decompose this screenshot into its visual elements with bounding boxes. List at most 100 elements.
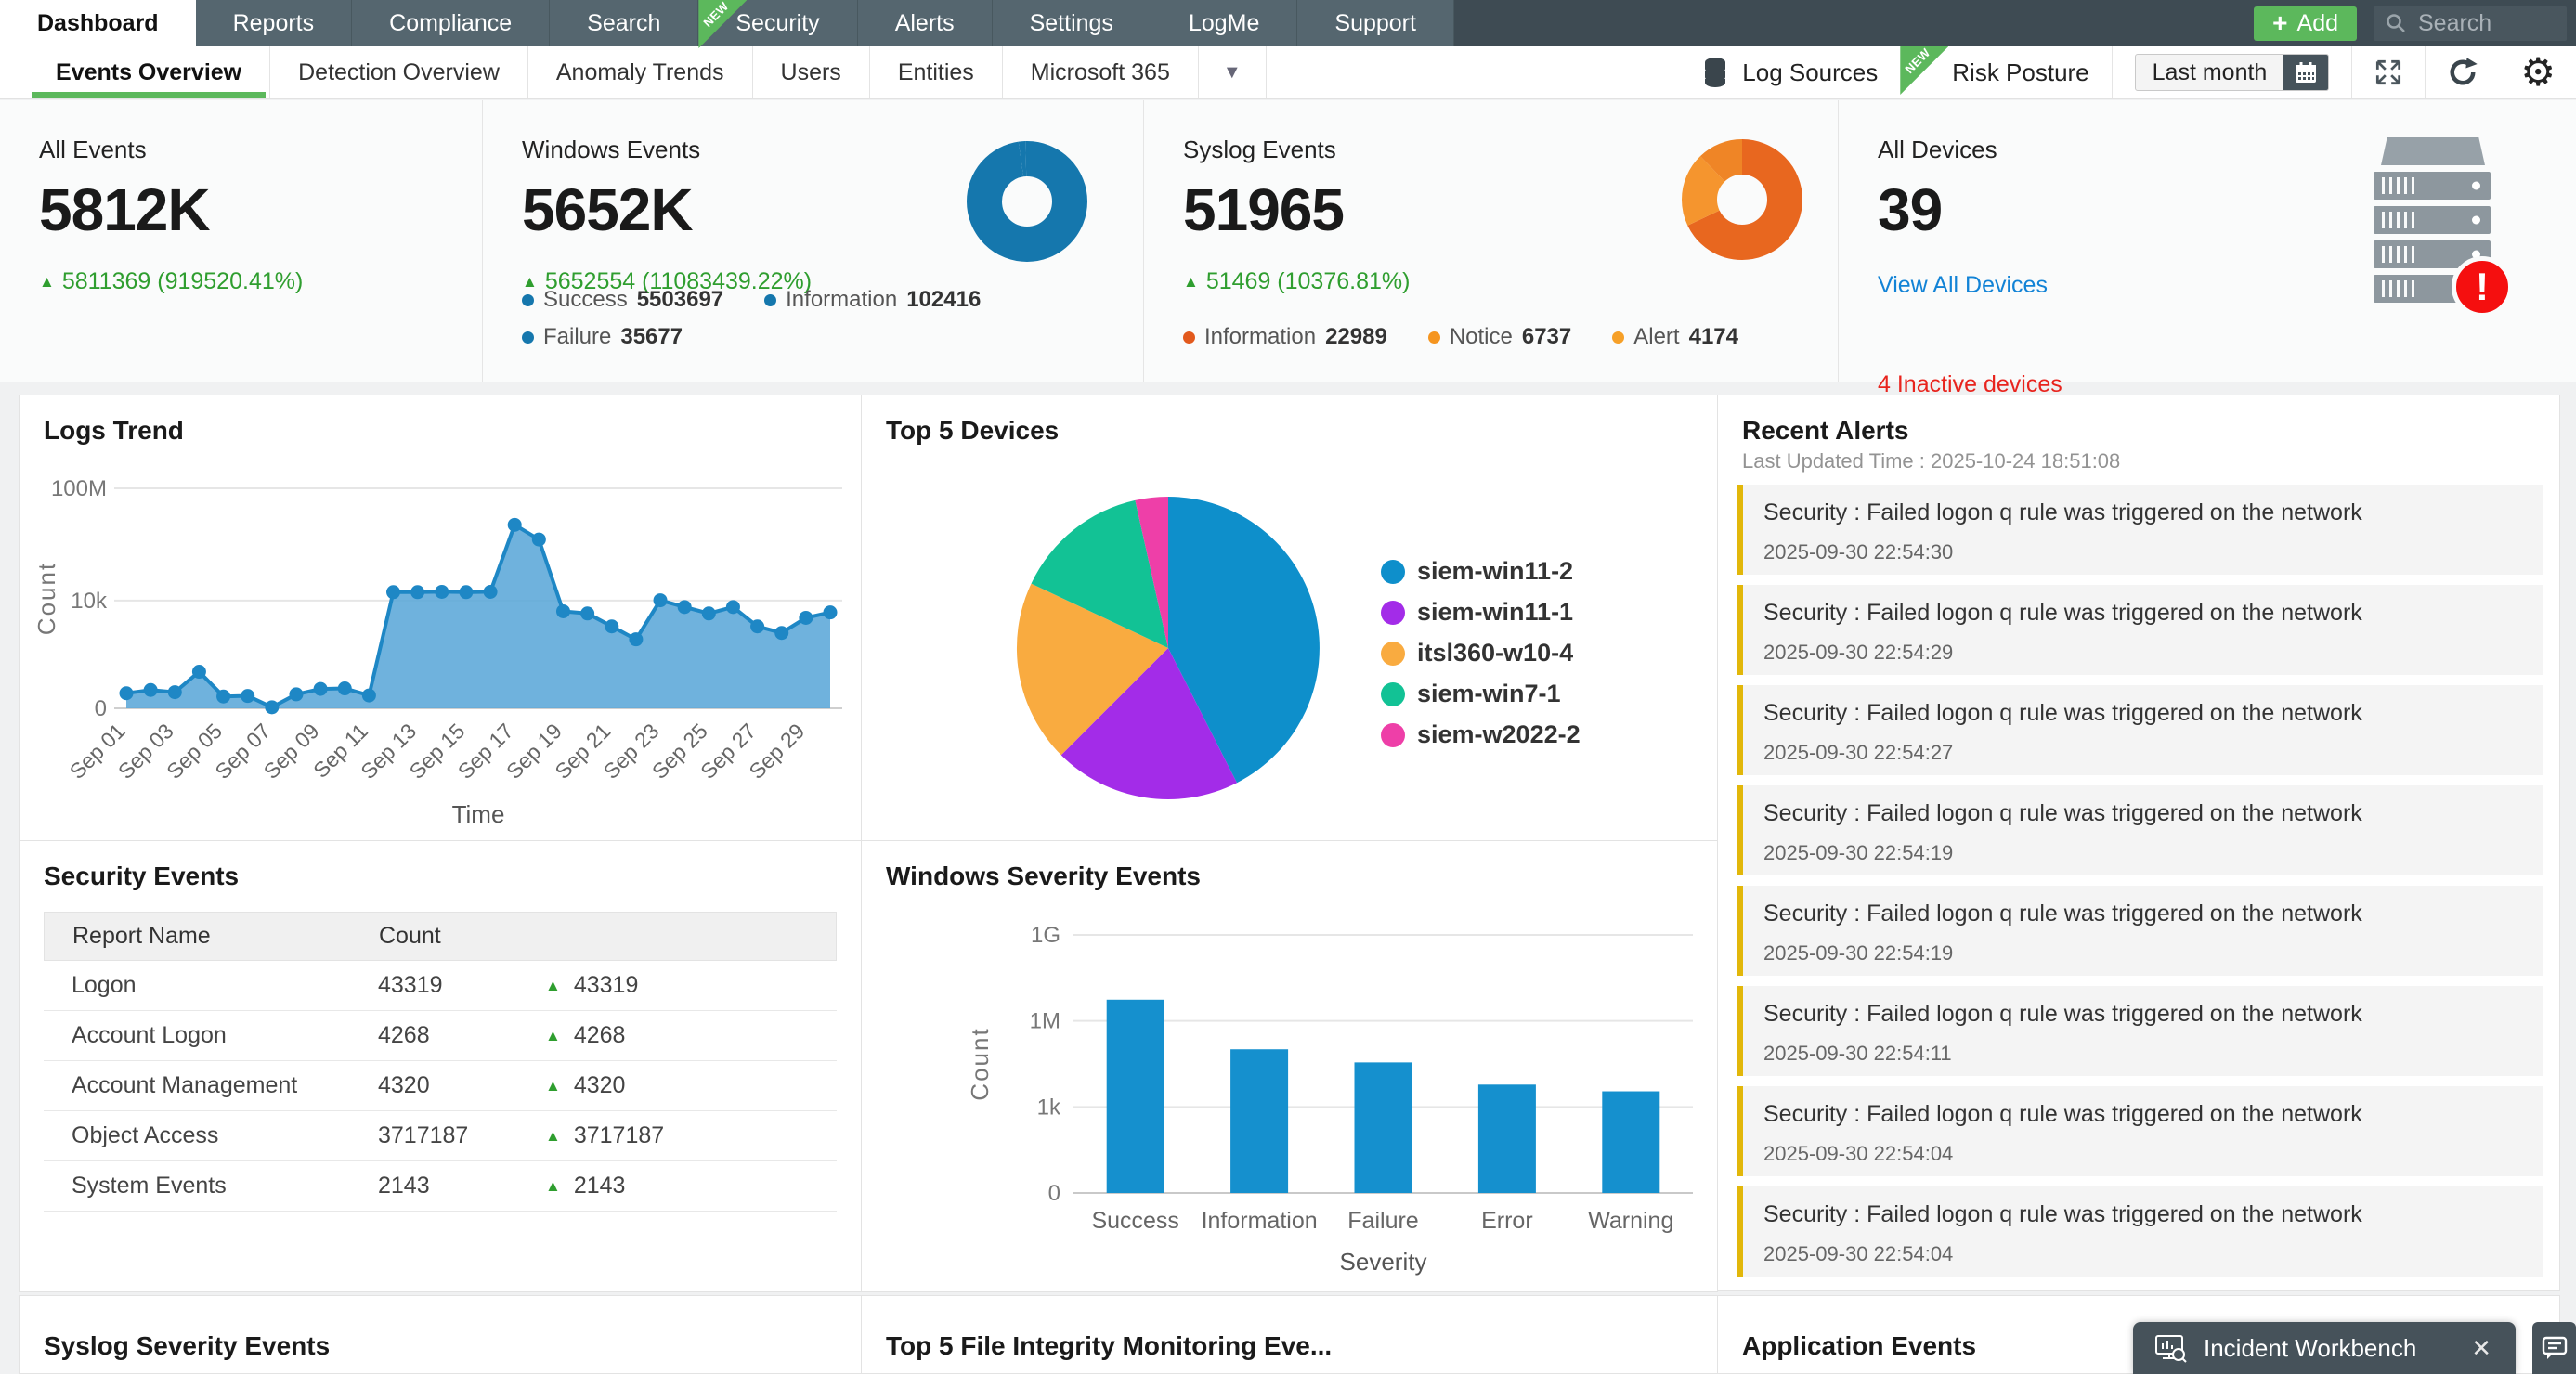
global-search-input[interactable]: Search [2374, 6, 2567, 41]
alert-timestamp: 2025-09-30 22:54:04 [1763, 1142, 2522, 1166]
svg-text:Information: Information [1202, 1208, 1318, 1234]
svg-text:0: 0 [95, 696, 107, 721]
bar-warning[interactable] [1602, 1092, 1659, 1193]
breakdown-value: 5503697 [637, 287, 723, 313]
breakdown-value: 102416 [906, 287, 981, 313]
stat-value: 5812K [39, 175, 482, 244]
expand-button[interactable] [2351, 46, 2425, 98]
tab-anomaly-trends[interactable]: Anomaly Trends [527, 46, 752, 98]
alert-message: Security : Failed logon q rule was trigg… [1763, 1001, 2522, 1028]
alert-message: Security : Failed logon q rule was trigg… [1763, 700, 2522, 727]
table-row[interactable]: Object Access3717187▲3717187 [44, 1111, 837, 1161]
tabs-overflow-caret[interactable]: ▼ [1198, 46, 1267, 98]
alert-card[interactable]: Security : Failed logon q rule was trigg… [1737, 785, 2543, 875]
breakdown-item-failure: Failure35677 [522, 324, 683, 350]
svg-text:Failure: Failure [1347, 1208, 1418, 1234]
legend-label-itsl360-w10-4[interactable]: itsl360-w10-4 [1417, 639, 1573, 667]
alert-card[interactable]: Security : Failed logon q rule was trigg… [1737, 585, 2543, 675]
close-icon[interactable]: ✕ [2467, 1334, 2495, 1363]
legend-dot-icon [1612, 331, 1624, 344]
legend-label-siem-win11-1[interactable]: siem-win11-1 [1417, 598, 1573, 626]
chat-button[interactable] [2532, 1322, 2576, 1374]
tab-entities[interactable]: Entities [869, 46, 1002, 98]
table-row[interactable]: Account Logon4268▲4268 [44, 1011, 837, 1061]
tab-detection-overview[interactable]: Detection Overview [269, 46, 527, 98]
refresh-button[interactable] [2425, 46, 2500, 98]
data-point-sep-06 [241, 689, 254, 703]
delta-cell: ▲4268 [545, 1022, 625, 1049]
search-icon [2385, 12, 2407, 34]
log-sources-button[interactable]: Log Sources [1679, 46, 1900, 98]
logs-trend-chart[interactable]: 100M10k0Sep 01Sep 03Sep 05Sep 07Sep 09Se… [20, 395, 861, 840]
data-point-sep-13 [410, 585, 424, 599]
tab-microsoft-365[interactable]: Microsoft 365 [1002, 46, 1198, 98]
delta-cell: ▲4320 [545, 1072, 625, 1099]
data-point-sep-02 [144, 683, 158, 697]
tab-events-overview[interactable]: Events Overview [28, 46, 269, 98]
svg-text:Error: Error [1481, 1208, 1533, 1234]
bar-error[interactable] [1478, 1084, 1536, 1193]
delta-cell: ▲43319 [545, 972, 638, 999]
count-cell: 2143 [378, 1173, 545, 1199]
syslog-breakdown: Information22989Notice6737Alert4174 [1183, 324, 1833, 350]
report-name-cell: System Events [44, 1173, 378, 1199]
svg-text:Success: Success [1091, 1208, 1178, 1234]
table-row[interactable]: System Events2143▲2143 [44, 1161, 837, 1212]
top5-devices-pie-chart[interactable]: siem-win11-2 siem-win11-1 itsl360-w10-4 sie… [862, 395, 1717, 840]
nav-item-dashboard[interactable]: Dashboard [0, 0, 196, 46]
report-name-cell: Logon [44, 972, 378, 999]
up-arrow-icon: ▲ [545, 1177, 561, 1196]
nav-item-search[interactable]: Search [550, 0, 698, 46]
syslog-events-donut-chart[interactable] [1680, 137, 1804, 262]
data-point-sep-05 [216, 690, 230, 704]
nav-item-support[interactable]: Support [1297, 0, 1454, 46]
windows-events-donut-chart[interactable] [965, 139, 1089, 264]
count-cell: 3717187 [378, 1122, 545, 1149]
date-range-picker[interactable]: Last month [2135, 54, 2330, 91]
breakdown-item-alert: Alert4174 [1612, 324, 1738, 350]
nav-item-compliance[interactable]: Compliance [352, 0, 550, 46]
incident-workbench-bar[interactable]: Incident Workbench ✕ [2133, 1322, 2516, 1374]
up-arrow-icon: ▲ [1183, 273, 1199, 292]
expand-icon [2373, 57, 2404, 88]
stat-delta: ▲51469 (10376.81%) [1183, 268, 1838, 295]
alert-card[interactable]: Security : Failed logon q rule was trigg… [1737, 986, 2543, 1076]
security-events-panel: Security Events Report NameCountLogon433… [19, 840, 862, 1292]
alert-card[interactable]: Security : Failed logon q rule was trigg… [1737, 685, 2543, 775]
alert-badge-icon: ! [2452, 256, 2513, 318]
nav-item-security[interactable]: NEWSecurity [698, 0, 857, 46]
alert-card[interactable]: Security : Failed logon q rule was trigg… [1737, 485, 2543, 575]
svg-text:100M: 100M [51, 476, 107, 501]
calendar-button[interactable] [2283, 54, 2328, 91]
data-point-sep-15 [459, 585, 473, 599]
table-row[interactable]: Account Management4320▲4320 [44, 1061, 837, 1111]
data-point-sep-30 [824, 605, 838, 619]
risk-posture-button[interactable]: NEW Risk Posture [1900, 46, 2111, 98]
windows-severity-bar-chart[interactable]: 1G1M1k0SuccessInformationFailureErrorWar… [862, 841, 1717, 1291]
count-cell: 4320 [378, 1072, 545, 1099]
legend-label-siem-win11-2[interactable]: siem-win11-2 [1417, 557, 1573, 585]
svg-text:Count: Count [33, 562, 60, 635]
nav-item-reports[interactable]: Reports [196, 0, 353, 46]
tab-users[interactable]: Users [752, 46, 869, 98]
legend-label-siem-w2022-2[interactable]: siem-w2022-2 [1417, 720, 1581, 748]
nav-item-settings[interactable]: Settings [993, 0, 1151, 46]
alert-card[interactable]: Security : Failed logon q rule was trigg… [1737, 1086, 2543, 1176]
stat-delta: ▲5811369 (919520.41%) [39, 268, 482, 295]
nav-item-logme[interactable]: LogMe [1151, 0, 1297, 46]
legend-label-siem-win7-1[interactable]: siem-win7-1 [1417, 680, 1561, 707]
data-point-sep-17 [508, 518, 522, 532]
svg-text:Count: Count [966, 1027, 994, 1100]
bar-success[interactable] [1107, 1000, 1164, 1193]
alert-card[interactable]: Security : Failed logon q rule was trigg… [1737, 1186, 2543, 1277]
alert-card[interactable]: Security : Failed logon q rule was trigg… [1737, 886, 2543, 976]
view-all-devices-link[interactable]: View All Devices [1878, 272, 2048, 299]
bar-failure[interactable] [1355, 1062, 1412, 1193]
new-ribbon: NEW [1900, 46, 1948, 95]
nav-item-alerts[interactable]: Alerts [858, 0, 993, 46]
table-row[interactable]: Logon43319▲43319 [44, 961, 837, 1011]
settings-button[interactable]: ⚙ [2500, 46, 2576, 98]
add-button[interactable]: + Add [2254, 6, 2357, 41]
bar-information[interactable] [1230, 1049, 1288, 1193]
column-header: Report Name [45, 923, 379, 950]
